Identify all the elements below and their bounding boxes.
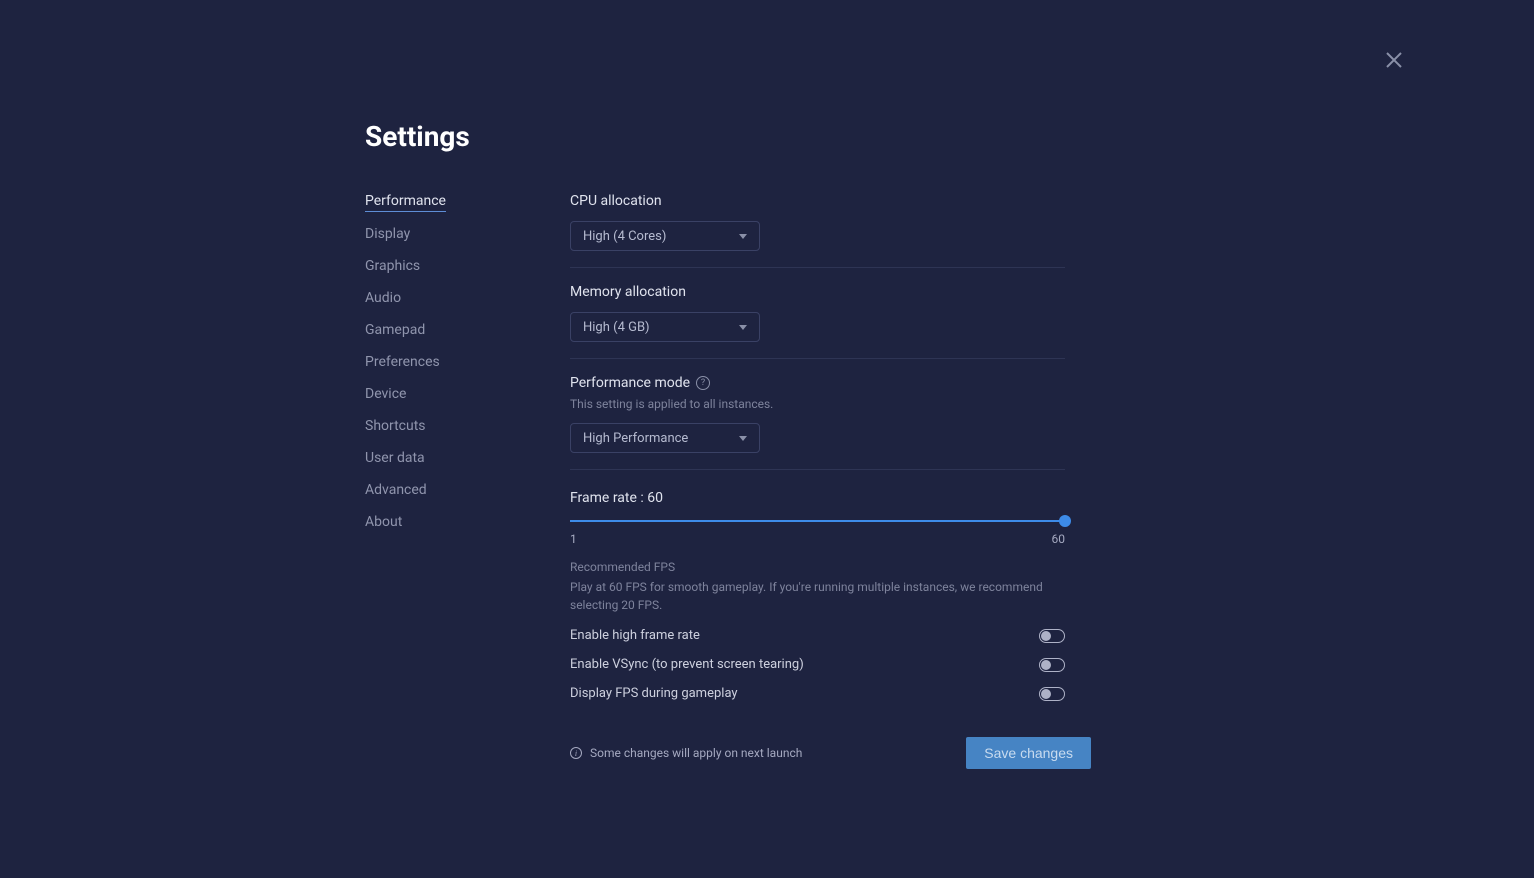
display-fps-toggle[interactable]	[1039, 687, 1065, 701]
settings-panel: CPU allocation High (4 Cores) Memory all…	[570, 193, 1065, 769]
sidebar-item-preferences[interactable]: Preferences	[365, 354, 440, 372]
sidebar-item-graphics[interactable]: Graphics	[365, 258, 420, 276]
page-title: Settings	[365, 120, 1534, 153]
frame-rate-label: Frame rate : 60	[570, 490, 1065, 506]
slider-thumb[interactable]	[1059, 515, 1071, 527]
performance-mode-subtext: This setting is applied to all instances…	[570, 397, 1065, 411]
save-changes-button[interactable]: Save changes	[966, 737, 1091, 769]
sidebar-item-about[interactable]: About	[365, 514, 402, 532]
chevron-down-icon	[739, 325, 747, 330]
chevron-down-icon	[739, 234, 747, 239]
sidebar-item-shortcuts[interactable]: Shortcuts	[365, 418, 426, 436]
sidebar-item-device[interactable]: Device	[365, 386, 406, 404]
frame-rate-min: 1	[570, 532, 577, 546]
cpu-allocation-label: CPU allocation	[570, 193, 1065, 209]
enable-high-frame-rate-toggle[interactable]	[1039, 629, 1065, 643]
display-fps-label: Display FPS during gameplay	[570, 686, 738, 701]
memory-allocation-select[interactable]: High (4 GB)	[570, 312, 760, 342]
settings-sidebar: Performance Display Graphics Audio Gamep…	[365, 193, 570, 769]
performance-mode-value: High Performance	[583, 431, 688, 446]
recommended-fps-title: Recommended FPS	[570, 560, 1065, 574]
sidebar-item-audio[interactable]: Audio	[365, 290, 401, 308]
toggle-knob	[1041, 660, 1051, 670]
cpu-allocation-value: High (4 Cores)	[583, 229, 666, 244]
frame-rate-max: 60	[1052, 532, 1066, 546]
enable-vsync-toggle[interactable]	[1039, 658, 1065, 672]
sidebar-item-gamepad[interactable]: Gamepad	[365, 322, 425, 340]
footer-info-text: Some changes will apply on next launch	[590, 746, 802, 760]
toggle-knob	[1041, 689, 1051, 699]
frame-rate-slider[interactable]	[570, 514, 1065, 528]
enable-high-frame-rate-label: Enable high frame rate	[570, 628, 700, 643]
toggle-knob	[1041, 631, 1051, 641]
sidebar-item-userdata[interactable]: User data	[365, 450, 425, 468]
sidebar-item-performance[interactable]: Performance	[365, 193, 446, 212]
chevron-down-icon	[739, 436, 747, 441]
enable-vsync-label: Enable VSync (to prevent screen tearing)	[570, 657, 804, 672]
performance-mode-label: Performance mode	[570, 375, 690, 391]
help-icon[interactable]: ?	[696, 376, 710, 390]
memory-allocation-label: Memory allocation	[570, 284, 1065, 300]
close-icon	[1385, 51, 1403, 69]
close-button[interactable]	[1382, 48, 1406, 72]
sidebar-item-advanced[interactable]: Advanced	[365, 482, 427, 500]
sidebar-item-display[interactable]: Display	[365, 226, 410, 244]
cpu-allocation-select[interactable]: High (4 Cores)	[570, 221, 760, 251]
recommended-fps-text: Play at 60 FPS for smooth gameplay. If y…	[570, 578, 1065, 614]
memory-allocation-value: High (4 GB)	[583, 320, 650, 335]
performance-mode-select[interactable]: High Performance	[570, 423, 760, 453]
info-icon: i	[570, 747, 582, 759]
